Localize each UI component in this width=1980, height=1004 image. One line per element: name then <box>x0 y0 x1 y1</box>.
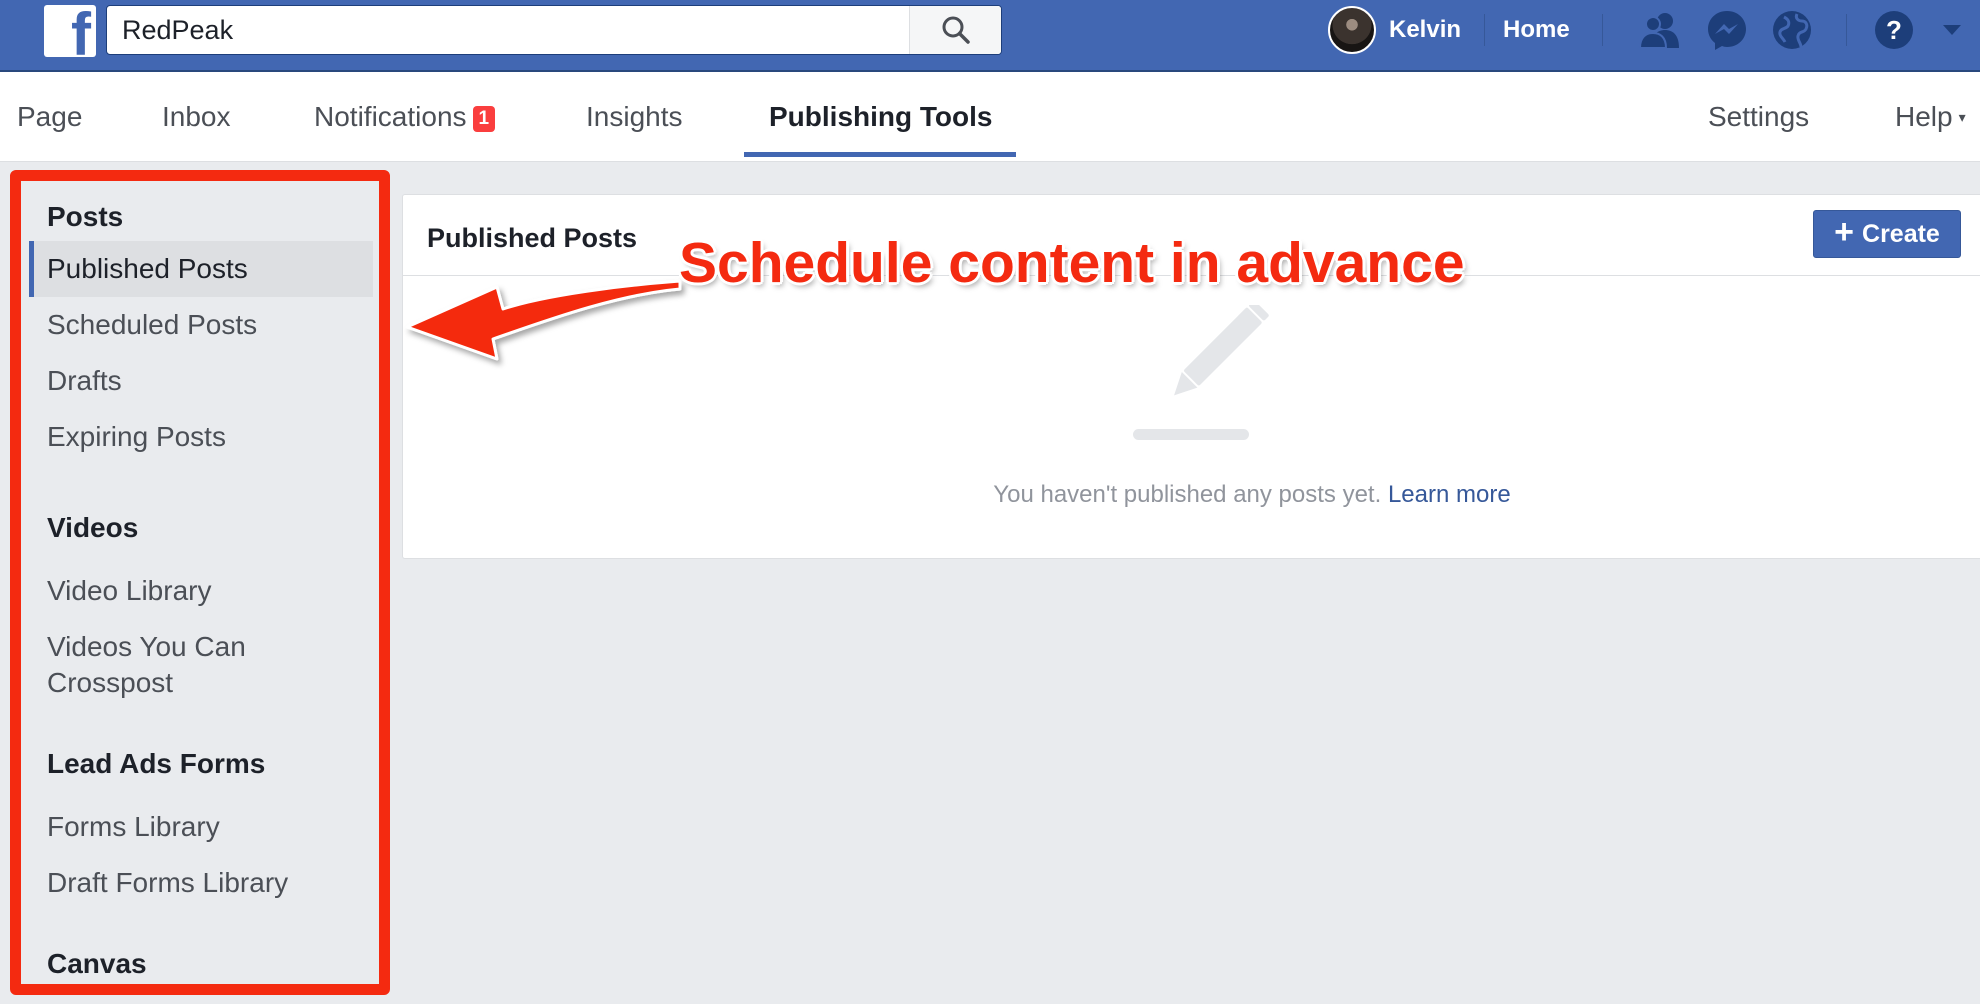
sidebar-heading-posts: Posts <box>47 201 124 232</box>
sidebar-item-drafts[interactable]: Drafts <box>29 363 373 399</box>
tab-inbox[interactable]: Inbox <box>162 100 231 134</box>
publishing-tools-sidebar: Posts Published Posts Scheduled Posts Dr… <box>10 170 390 995</box>
top-navigation-bar: f Kelvin Home <box>0 0 1980 72</box>
tab-settings[interactable]: Settings <box>1708 100 1809 134</box>
create-button-label: Create <box>1862 219 1940 248</box>
card-title: Published Posts <box>427 223 638 253</box>
tab-publishing-tools[interactable]: Publishing Tools <box>769 100 992 134</box>
active-tab-underline <box>744 152 1016 157</box>
divider <box>1602 14 1603 46</box>
empty-state-message: You haven't published any posts yet. Lea… <box>403 481 1980 509</box>
sidebar-heading-lead-ads-forms: Lead Ads Forms <box>47 748 266 779</box>
pencil-icon <box>1123 300 1273 445</box>
tab-help[interactable]: Help ▾ <box>1895 100 1966 134</box>
globe-notifications-icon[interactable] <box>1770 8 1814 52</box>
divider <box>1484 14 1485 46</box>
tab-notifications-label: Notifications <box>314 101 467 132</box>
sidebar-heading-videos: Videos <box>47 512 139 543</box>
caret-down-icon[interactable] <box>1932 8 1972 52</box>
sidebar-item-forms-library[interactable]: Forms Library <box>29 809 373 845</box>
notification-badge: 1 <box>472 106 496 132</box>
messenger-icon[interactable] <box>1705 8 1749 52</box>
search-icon <box>942 16 970 44</box>
sidebar-item-scheduled-posts[interactable]: Scheduled Posts <box>29 307 373 343</box>
home-link[interactable]: Home <box>1503 16 1570 44</box>
search-input[interactable] <box>107 6 907 54</box>
tab-notifications[interactable]: Notifications 1 <box>314 100 496 134</box>
plus-icon: + <box>1834 213 1855 251</box>
sidebar-heading-canvas: Canvas <box>47 948 147 979</box>
friend-requests-icon[interactable] <box>1638 8 1682 52</box>
svg-text:?: ? <box>1886 15 1902 45</box>
page-navigation-tabs: Page Inbox Notifications 1 Insights Publi… <box>0 72 1980 162</box>
empty-state-text: You haven't published any posts yet. <box>993 481 1382 508</box>
help-icon[interactable]: ? <box>1872 8 1916 52</box>
annotation-callout-text: Schedule content in advance <box>679 231 1465 295</box>
tab-insights[interactable]: Insights <box>586 100 683 134</box>
avatar[interactable] <box>1328 6 1376 54</box>
caret-down-icon: ▾ <box>1958 109 1966 125</box>
sidebar-item-draft-forms-library[interactable]: Draft Forms Library <box>29 865 373 901</box>
annotation-arrow <box>405 279 682 361</box>
facebook-logo-icon[interactable]: f <box>44 5 96 57</box>
divider <box>1846 14 1847 46</box>
profile-name-link[interactable]: Kelvin <box>1389 16 1461 44</box>
tab-page[interactable]: Page <box>17 100 82 134</box>
search-button[interactable] <box>909 6 1001 54</box>
tab-help-label: Help <box>1895 101 1953 132</box>
sidebar-item-video-library[interactable]: Video Library <box>29 573 373 609</box>
create-button[interactable]: + Create <box>1813 210 1961 258</box>
sidebar-item-published-posts[interactable]: Published Posts <box>29 241 373 297</box>
learn-more-link[interactable]: Learn more <box>1388 481 1511 508</box>
sidebar-item-expiring-posts[interactable]: Expiring Posts <box>29 419 373 455</box>
search-box <box>106 5 1002 55</box>
sidebar-item-videos-you-can-crosspost[interactable]: Videos You Can Crosspost <box>29 629 299 701</box>
